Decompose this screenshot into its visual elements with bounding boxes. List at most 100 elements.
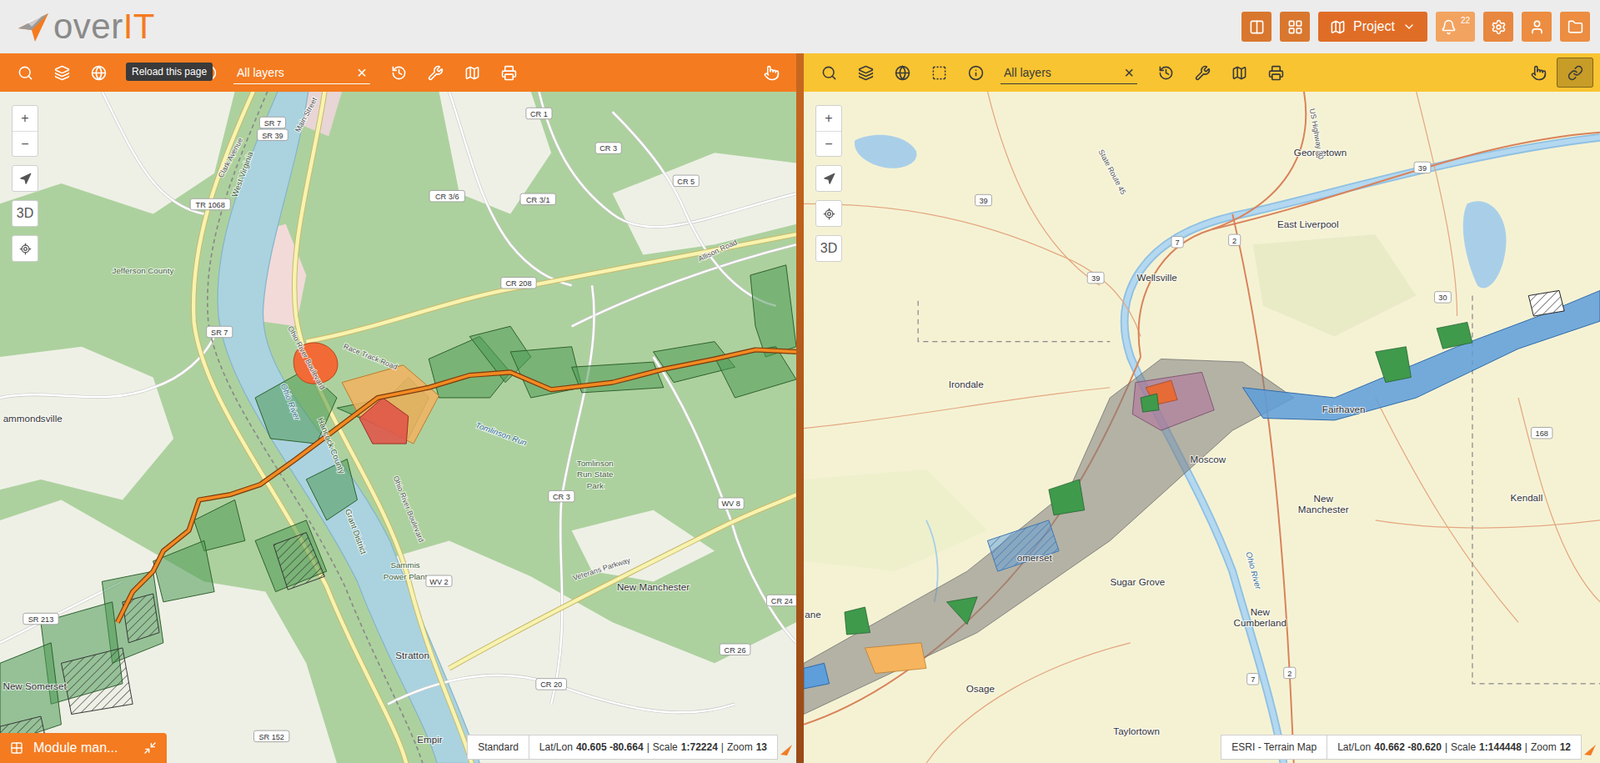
- locate-button[interactable]: [816, 200, 842, 226]
- road-shield: SR 152: [253, 730, 289, 742]
- split-button[interactable]: [1241, 11, 1272, 42]
- map-controls: +− 3D: [815, 105, 843, 262]
- compass-control: [815, 165, 843, 192]
- basemap-name[interactable]: ESRI - Terrain Map: [1221, 735, 1328, 759]
- clear-button[interactable]: ×: [1122, 64, 1136, 81]
- road-shield: 2: [1228, 234, 1241, 246]
- layer-search-value[interactable]: All layers: [236, 65, 356, 80]
- map-canvas[interactable]: GeorgetownUS Highway 30State Route 45393…: [803, 91, 1600, 763]
- info-button[interactable]: [957, 57, 994, 88]
- road-shield: 39: [1087, 271, 1104, 283]
- project-button[interactable]: Project: [1318, 11, 1428, 42]
- buffer-corridor[interactable]: [803, 358, 1295, 714]
- search-button[interactable]: [6, 57, 44, 88]
- text-button[interactable]: 3D: [12, 200, 38, 226]
- pipeline[interactable]: [117, 349, 797, 622]
- notifications-button[interactable]: 22: [1435, 11, 1475, 42]
- select-button[interactable]: [920, 57, 958, 88]
- map-label: Allison Road: [697, 237, 739, 263]
- app: overITProject22Reload this pageAll layer…: [0, 0, 1600, 763]
- layer-search-field[interactable]: All layers×: [233, 61, 371, 85]
- map-label: Veterans Parkway: [571, 555, 632, 582]
- parcel[interactable]: [255, 520, 327, 592]
- split-divider[interactable]: [796, 53, 804, 763]
- layers-icon: [54, 65, 71, 81]
- tools-button[interactable]: [416, 57, 454, 88]
- hatched-parcel[interactable]: [60, 647, 133, 715]
- link-button[interactable]: [1556, 57, 1594, 88]
- touch-button[interactable]: [752, 57, 790, 88]
- parcel[interactable]: [946, 596, 978, 625]
- zoom-in-button[interactable]: +: [12, 105, 38, 131]
- tools-button[interactable]: [1183, 57, 1221, 88]
- svg-text:CR 208: CR 208: [505, 279, 532, 288]
- locate-button[interactable]: [12, 235, 38, 261]
- layer-search-field[interactable]: All layers×: [1000, 61, 1138, 85]
- history-button[interactable]: [1147, 57, 1184, 88]
- print-button[interactable]: [1257, 57, 1295, 88]
- parcel[interactable]: [1140, 393, 1159, 412]
- map-labels: GeorgetownUS Highway 30State Route 45393…: [804, 107, 1553, 737]
- print-button[interactable]: [490, 57, 527, 88]
- compass-button[interactable]: [816, 165, 842, 191]
- touch-button[interactable]: [1519, 57, 1557, 88]
- basemap-name[interactable]: Standard: [467, 735, 530, 759]
- parcel[interactable]: [750, 265, 797, 357]
- layers-button[interactable]: [43, 57, 81, 88]
- settings-button[interactable]: [1483, 11, 1514, 42]
- svg-text:CR 20: CR 20: [540, 680, 562, 689]
- layer-search-value[interactable]: All layers: [1003, 65, 1123, 80]
- text-control: 3D: [815, 235, 843, 262]
- globe-button[interactable]: [80, 57, 117, 88]
- parcel[interactable]: [1375, 346, 1412, 383]
- road-shield: 7: [1247, 673, 1259, 685]
- map-label: Main Street: [293, 95, 319, 134]
- map-button[interactable]: [453, 57, 491, 88]
- map-label: Wellsville: [1137, 271, 1178, 283]
- parcel[interactable]: [1436, 321, 1473, 349]
- print-icon: [501, 65, 517, 81]
- zoom-out-button[interactable]: −: [816, 130, 842, 156]
- clear-button[interactable]: ×: [355, 64, 369, 81]
- map-label: US Highway 30: [1308, 107, 1326, 160]
- parcel[interactable]: [1048, 479, 1085, 516]
- layers-icon: [857, 65, 874, 81]
- map-view[interactable]: SR 7SR 39Clark AvenueMain StreetWest Vir…: [0, 91, 797, 763]
- tool-group: [380, 57, 527, 88]
- map-label: Moscow: [1190, 453, 1227, 465]
- road-shield: 7: [1171, 236, 1184, 248]
- reload-button[interactable]: Reload this page: [116, 57, 154, 88]
- compass-button[interactable]: [12, 165, 38, 191]
- svg-text:CR 3: CR 3: [599, 144, 617, 153]
- globe-button[interactable]: [883, 57, 921, 88]
- map-label: Ohio River Boulevard: [285, 324, 327, 392]
- road-shield: 2: [1284, 667, 1296, 678]
- map-label: Power Plant: [383, 571, 428, 582]
- route-corridor[interactable]: [1242, 290, 1600, 420]
- widgets-button[interactable]: [1279, 11, 1310, 42]
- zoom-in-button[interactable]: +: [816, 105, 842, 131]
- map-view[interactable]: GeorgetownUS Highway 30State Route 45393…: [803, 91, 1600, 763]
- module-manager-tab[interactable]: Module man...: [0, 732, 167, 763]
- hatched-parcel[interactable]: [273, 532, 325, 591]
- tools-icon: [1194, 65, 1211, 81]
- svg-text:168: 168: [1535, 429, 1549, 438]
- map-status: ESRI - Terrain MapLat/Lon40.662 -80.620|…: [1220, 734, 1582, 760]
- map-label: New Somerset: [3, 680, 68, 692]
- svg-text:2: 2: [1232, 236, 1237, 246]
- zoom-out-button[interactable]: −: [12, 130, 38, 156]
- history-button[interactable]: [380, 57, 417, 88]
- user-button[interactable]: [1521, 11, 1552, 42]
- text-button[interactable]: 3D: [816, 235, 842, 261]
- parcel[interactable]: [844, 606, 871, 635]
- folder-icon: [1567, 19, 1584, 36]
- map-button[interactable]: [1220, 57, 1258, 88]
- layers-button[interactable]: [847, 57, 884, 88]
- locate-control: [11, 235, 39, 262]
- road-shield: CR 3: [548, 490, 575, 502]
- folder-button[interactable]: [1559, 11, 1590, 42]
- notification-badge: 22: [1460, 15, 1470, 26]
- search-button[interactable]: [810, 57, 848, 88]
- logo[interactable]: overIT: [16, 9, 156, 45]
- map-canvas[interactable]: SR 7SR 39Clark AvenueMain StreetWest Vir…: [0, 91, 797, 763]
